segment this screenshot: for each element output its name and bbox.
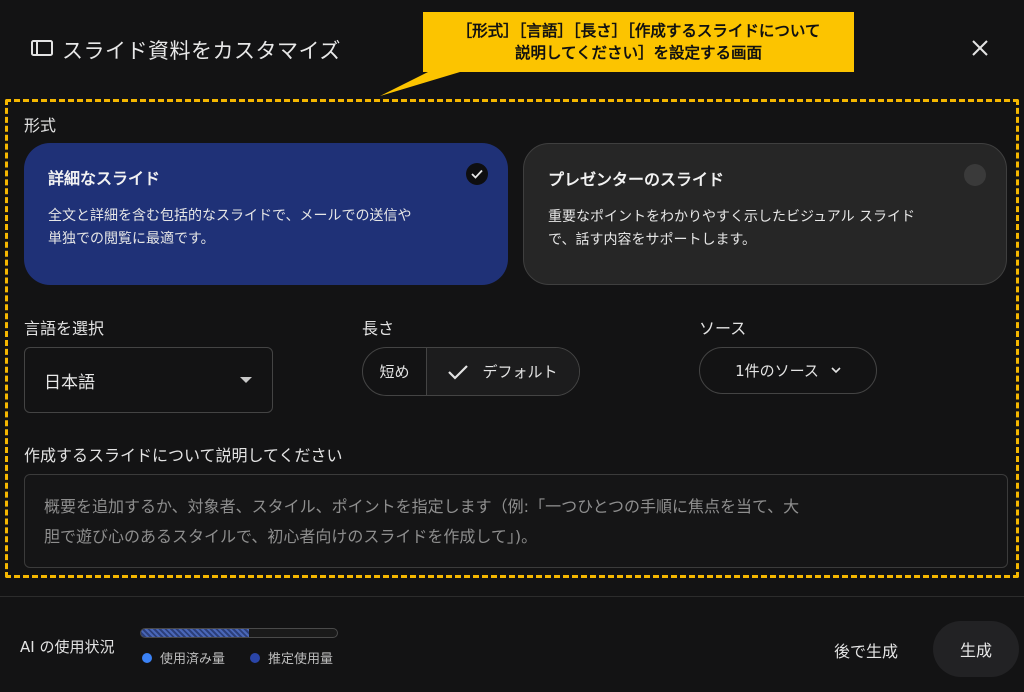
option-title: プレゼンターのスライド — [548, 170, 725, 189]
callout-pointer — [380, 72, 460, 96]
chevron-down-icon — [831, 367, 841, 374]
usage-progress-bar — [140, 628, 338, 638]
length-option-label: デフォルト — [482, 363, 558, 381]
language-select[interactable]: 日本語 — [24, 347, 273, 413]
option-desc-line: 重要なポイントをわかりやすく示したビジュアル スライド — [548, 209, 916, 225]
checkmark-icon — [448, 364, 469, 380]
language-value: 日本語 — [44, 372, 95, 393]
placeholder-line: 概要を追加するか、対象者、スタイル、ポイントを指定します（例:「一つひとつの手順… — [44, 497, 800, 516]
dialog-header: スライド資料をカスタマイズ — [30, 30, 341, 70]
legend-estimated: 推定使用量 — [250, 648, 333, 667]
source-label: ソース — [699, 319, 747, 338]
legend-estimated-label: 推定使用量 — [268, 652, 334, 667]
placeholder-line: 胆で遊び心のあるスタイルで、初心者向けのスライドを作成して」)。 — [44, 527, 538, 546]
generate-later-button[interactable]: 後で生成 — [834, 638, 898, 662]
callout-line-1: ［形式］［言語］［長さ］［作成するスライドについて — [456, 22, 821, 40]
length-option-default[interactable]: デフォルト — [427, 348, 579, 395]
option-desc-line: で、話す内容をサポートします。 — [548, 232, 757, 248]
radio-icon — [964, 164, 986, 186]
footer-divider — [0, 596, 1024, 597]
length-option-short[interactable]: 短め — [363, 348, 427, 395]
option-description: 重要なポイントをわかりやすく示したビジュアル スライド で、話す内容をサポートし… — [548, 206, 982, 252]
usage-label: AI の使用状況 — [20, 638, 115, 656]
length-option-label: 短め — [379, 363, 410, 381]
format-option-detailed[interactable]: 詳細なスライド 全文と詳細を含む包括的なスライドで、メールでの送信や 単独での閲… — [24, 143, 508, 285]
checkmark-icon — [466, 163, 488, 185]
annotation-callout: ［形式］［言語］［長さ］［作成するスライドについて 説明してください］を設定する… — [423, 12, 854, 72]
generate-button[interactable]: 生成 — [933, 621, 1019, 677]
source-dropdown[interactable]: 1件のソース — [699, 347, 877, 394]
option-description: 全文と詳細を含む包括的なスライドで、メールでの送信や 単独での閲覧に最適です。 — [48, 205, 484, 251]
estimated-dot-icon — [250, 652, 260, 663]
legend-used: 使用済み量 — [142, 648, 225, 667]
close-button[interactable] — [966, 34, 994, 62]
length-label: 長さ — [362, 319, 395, 338]
format-label: 形式 — [24, 116, 57, 135]
option-desc-line: 全文と詳細を含む包括的なスライドで、メールでの送信や — [48, 208, 412, 224]
used-dot-icon — [142, 652, 152, 663]
dropdown-arrow-icon — [240, 377, 252, 383]
option-desc-line: 単独での閲覧に最適です。 — [48, 231, 215, 247]
callout-line-2: 説明してください］を設定する画面 — [514, 44, 763, 62]
dialog-title: スライド資料をカスタマイズ — [62, 39, 341, 63]
slides-icon — [30, 38, 54, 62]
length-segmented-control: 短め デフォルト — [362, 347, 580, 396]
format-option-presenter[interactable]: プレゼンターのスライド 重要なポイントをわかりやすく示したビジュアル スライド … — [523, 143, 1007, 285]
language-label: 言語を選択 — [24, 319, 105, 338]
legend-used-label: 使用済み量 — [160, 652, 226, 667]
source-value: 1件のソース — [735, 362, 819, 380]
description-textarea[interactable]: 概要を追加するか、対象者、スタイル、ポイントを指定します（例:「一つひとつの手順… — [24, 474, 1008, 568]
usage-progress-fill — [141, 629, 249, 637]
close-icon — [972, 40, 988, 56]
option-title: 詳細なスライド — [48, 169, 161, 188]
description-label: 作成するスライドについて説明してください — [24, 446, 343, 465]
